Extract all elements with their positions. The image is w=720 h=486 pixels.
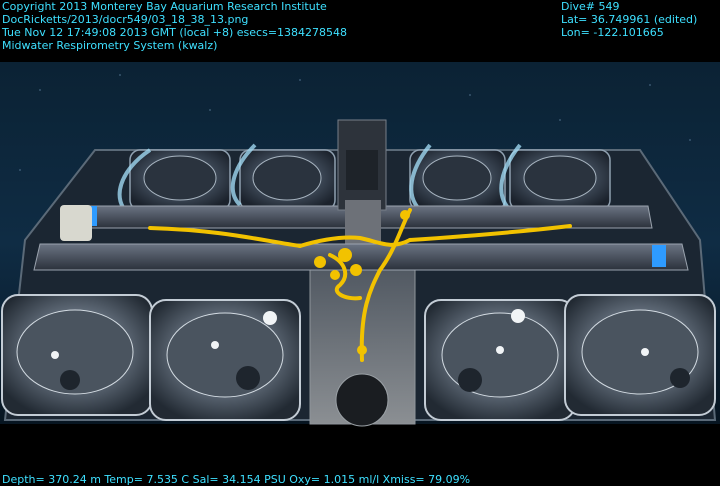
overlay-sensor-line: Depth= 370.24 m Temp= 7.535 C Sal= 34.15… <box>2 473 471 486</box>
overlay-dive: Dive# 549 <box>561 0 620 13</box>
overlay-sensors: Depth= 370.24 m Temp= 7.535 C Sal= 34.15… <box>2 473 470 486</box>
overlay-top-right: Dive# 549 Lat= 36.749961 (edited) Lon= -… <box>561 0 697 39</box>
overlay-system: Midwater Respirometry System (kwalz) <box>2 39 218 52</box>
lower-bar <box>33 243 689 271</box>
overlay-lat: Lat= 36.749961 (edited) <box>561 13 698 26</box>
overlay-lon: Lon= -122.101665 <box>561 26 664 39</box>
video-frame: Copyright 2013 Monterey Bay Aquarium Res… <box>0 0 720 486</box>
overlay-timestamp: Tue Nov 12 17:49:08 2013 GMT (local +8) … <box>2 26 348 39</box>
underwater-scene <box>0 0 720 486</box>
end-cap <box>60 205 92 241</box>
overlay-copyright: Copyright 2013 Monterey Bay Aquarium Res… <box>2 0 327 13</box>
overlay-filename: DocRicketts/2013/docr549/03_18_38_13.png <box>2 13 249 26</box>
overlay-top-left: Copyright 2013 Monterey Bay Aquarium Res… <box>2 0 347 52</box>
